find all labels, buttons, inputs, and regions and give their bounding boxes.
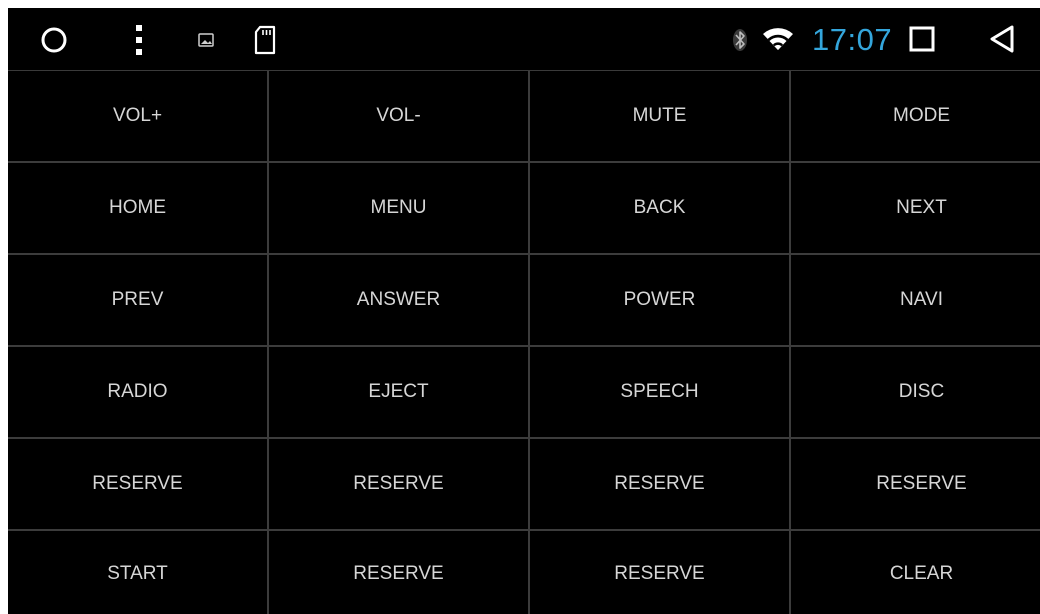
key-mute[interactable]: MUTE <box>530 71 791 163</box>
key-reserve[interactable]: RESERVE <box>269 439 530 531</box>
screen: 17:07 VOL+ VOL- MUTE MODE HOME MENU BACK… <box>8 8 1040 614</box>
key-next[interactable]: NEXT <box>791 163 1040 255</box>
key-menu[interactable]: MENU <box>269 163 530 255</box>
key-prev[interactable]: PREV <box>8 255 269 347</box>
status-time: 17:07 <box>812 22 893 57</box>
key-clear[interactable]: CLEAR <box>791 531 1040 614</box>
key-reserve[interactable]: RESERVE <box>269 531 530 614</box>
key-vol-down[interactable]: VOL- <box>269 71 530 163</box>
key-reserve[interactable]: RESERVE <box>8 439 269 531</box>
sd-card-icon <box>250 22 280 58</box>
key-back[interactable]: BACK <box>530 163 791 255</box>
key-reserve[interactable]: RESERVE <box>791 439 1040 531</box>
key-grid: VOL+ VOL- MUTE MODE HOME MENU BACK NEXT … <box>8 70 1040 614</box>
status-bar: 17:07 <box>8 8 1040 70</box>
key-reserve[interactable]: RESERVE <box>530 531 791 614</box>
image-notification-icon <box>194 28 218 52</box>
key-answer[interactable]: ANSWER <box>269 255 530 347</box>
key-start[interactable]: START <box>8 531 269 614</box>
key-radio[interactable]: RADIO <box>8 347 269 439</box>
key-speech[interactable]: SPEECH <box>530 347 791 439</box>
key-vol-up[interactable]: VOL+ <box>8 71 269 163</box>
recents-square-icon[interactable] <box>906 23 938 55</box>
wifi-icon <box>758 25 798 55</box>
key-navi[interactable]: NAVI <box>791 255 1040 347</box>
back-triangle-icon[interactable] <box>986 23 1018 55</box>
key-power[interactable]: POWER <box>530 255 791 347</box>
key-home[interactable]: HOME <box>8 163 269 255</box>
circle-home-icon[interactable] <box>36 24 72 56</box>
key-reserve[interactable]: RESERVE <box>530 439 791 531</box>
bluetooth-icon <box>730 26 750 54</box>
key-eject[interactable]: EJECT <box>269 347 530 439</box>
key-mode[interactable]: MODE <box>791 71 1040 163</box>
key-disc[interactable]: DISC <box>791 347 1040 439</box>
overflow-menu-icon[interactable] <box>126 22 152 58</box>
